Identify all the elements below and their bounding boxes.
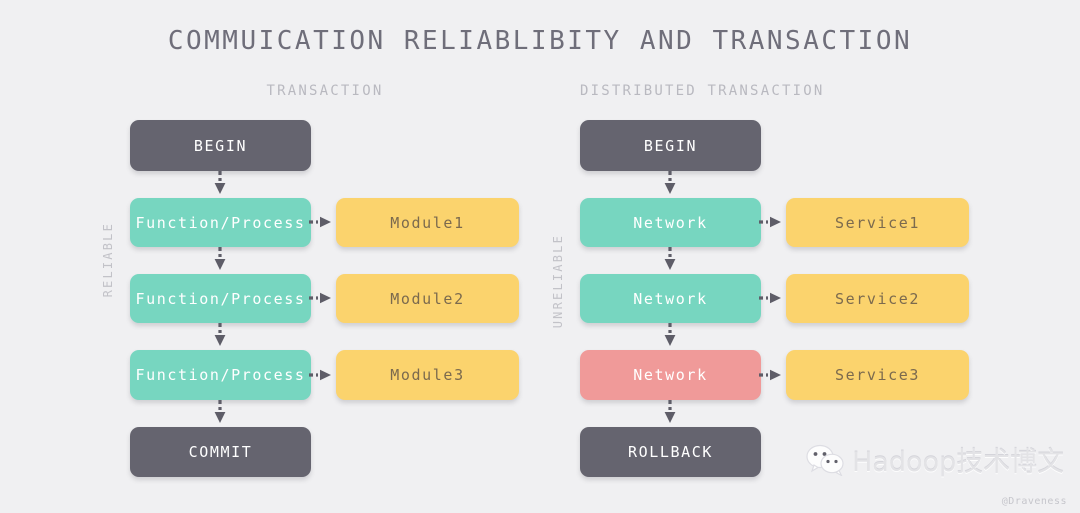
arrow-right-icon xyxy=(309,369,331,381)
arrow-down-icon xyxy=(214,400,226,423)
watermark-credit: @Draveness xyxy=(1001,496,1067,507)
right-flow-box-network-1[interactable]: Network xyxy=(580,198,761,247)
right-target-box-service2[interactable]: Service2 xyxy=(786,274,969,323)
left-target-box-module1[interactable]: Module1 xyxy=(336,198,519,247)
arrow-down-icon xyxy=(664,323,676,346)
arrow-down-icon xyxy=(214,323,226,346)
watermark-text: Hadoop技术博文 xyxy=(852,447,1065,478)
arrow-right-icon xyxy=(309,292,331,304)
wechat-icon xyxy=(806,444,844,476)
arrow-right-icon xyxy=(759,292,781,304)
arrow-down-icon xyxy=(664,247,676,270)
arrow-down-icon xyxy=(664,400,676,423)
left-target-box-module3[interactable]: Module3 xyxy=(336,350,519,400)
page-title: COMMUICATION RELIABLIBITY AND TRANSACTIO… xyxy=(167,26,913,56)
side-label-unreliable: UNRELIABLE xyxy=(551,234,565,329)
column-subtitle-transaction: TRANSACTION xyxy=(266,83,384,99)
arrow-right-icon xyxy=(759,216,781,228)
arrow-down-icon xyxy=(214,171,226,194)
right-target-box-service3[interactable]: Service3 xyxy=(786,350,969,400)
right-flow-box-network-2[interactable]: Network xyxy=(580,274,761,323)
right-target-box-service1[interactable]: Service1 xyxy=(786,198,969,247)
left-flow-box-begin[interactable]: BEGIN xyxy=(130,120,311,171)
diagram-canvas: COMMUICATION RELIABLIBITY AND TRANSACTIO… xyxy=(0,0,1080,513)
right-flow-box-network-3-failed[interactable]: Network xyxy=(580,350,761,400)
arrow-down-icon xyxy=(664,171,676,194)
left-flow-box-commit[interactable]: COMMIT xyxy=(130,427,311,477)
arrow-right-icon xyxy=(759,369,781,381)
side-label-reliable: RELIABLE xyxy=(101,222,115,298)
left-flow-box-function-2[interactable]: Function/Process xyxy=(130,274,311,323)
column-subtitle-distributed-transaction: DISTRIBUTED TRANSACTION xyxy=(580,83,825,99)
left-flow-box-function-1[interactable]: Function/Process xyxy=(130,198,311,247)
watermark: Hadoop技术博文 xyxy=(806,440,1064,479)
arrow-right-icon xyxy=(309,216,331,228)
arrow-down-icon xyxy=(214,247,226,270)
right-flow-box-begin[interactable]: BEGIN xyxy=(580,120,761,171)
left-flow-box-function-3[interactable]: Function/Process xyxy=(130,350,311,400)
left-target-box-module2[interactable]: Module2 xyxy=(336,274,519,323)
right-flow-box-rollback[interactable]: ROLLBACK xyxy=(580,427,761,477)
